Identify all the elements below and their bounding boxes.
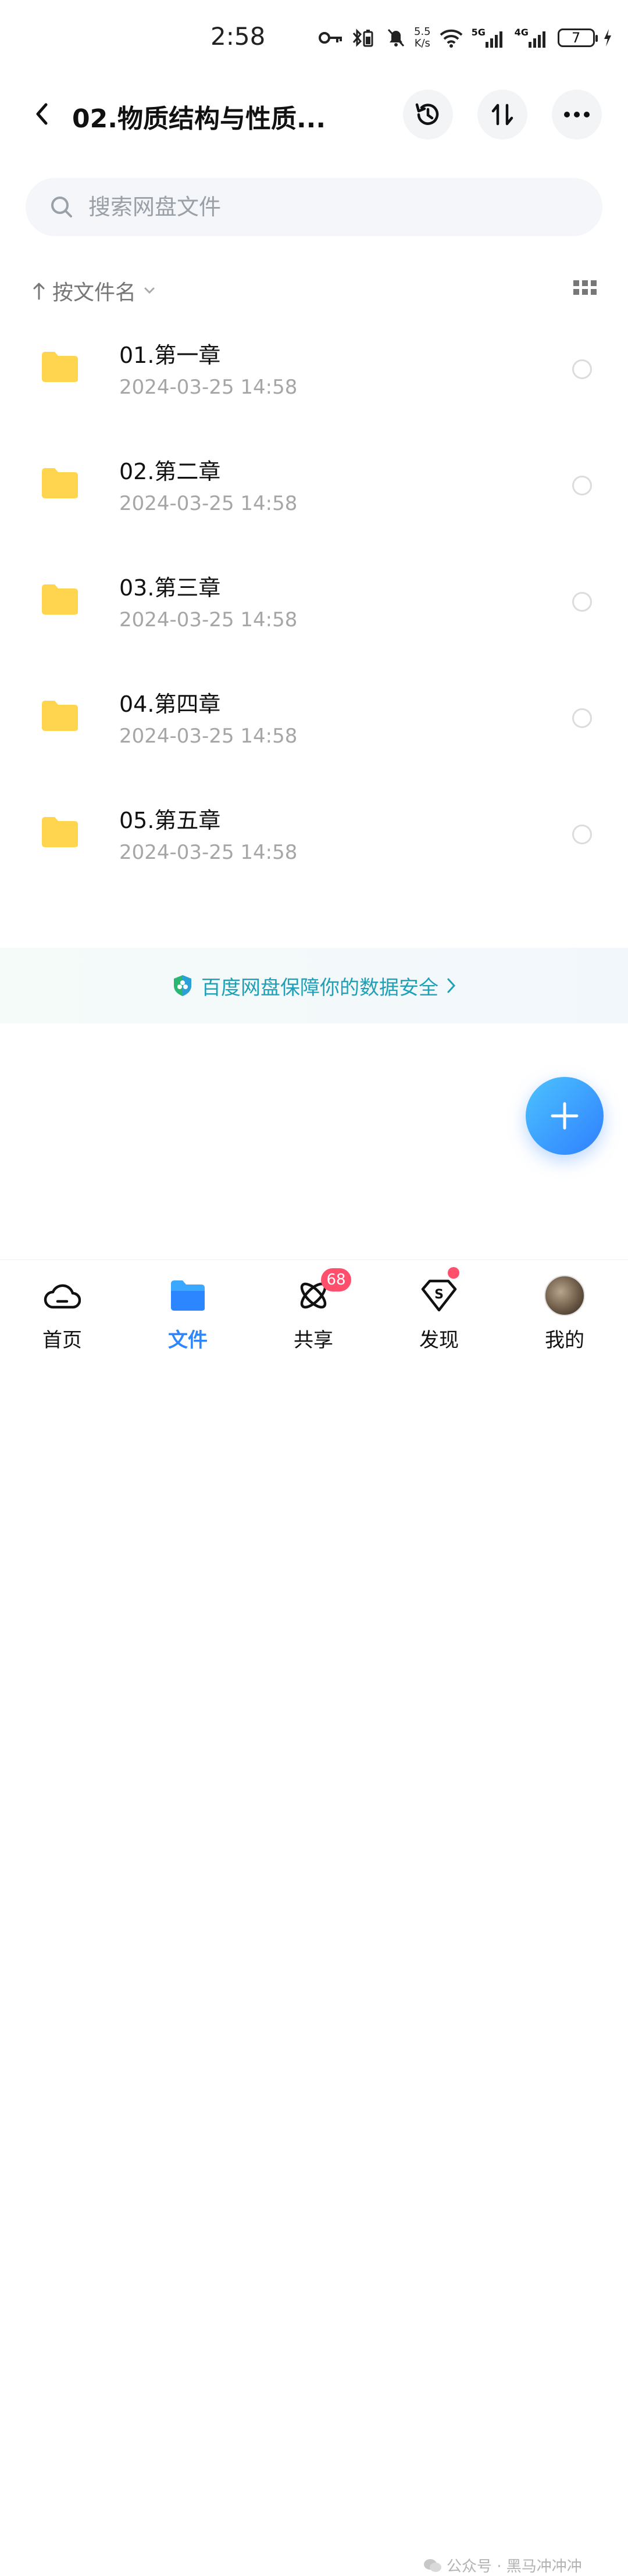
security-banner[interactable]: 百度网盘保障你的数据安全 bbox=[0, 948, 628, 1023]
chevron-down-icon bbox=[144, 287, 155, 294]
nav-me[interactable]: 我的 bbox=[521, 1260, 608, 1352]
svg-text:S: S bbox=[434, 1287, 444, 1302]
file-list: 01.第一章 2024-03-25 14:58 02.第二章 2024-03-2… bbox=[0, 320, 628, 901]
network-speed-unit: K/s bbox=[414, 37, 430, 49]
nav-label: 共享 bbox=[294, 1329, 333, 1352]
history-button[interactable] bbox=[403, 90, 453, 140]
sort-label: 按文件名 bbox=[52, 281, 137, 305]
battery-level: 7 bbox=[572, 30, 581, 46]
select-checkbox[interactable] bbox=[572, 359, 592, 379]
charging-icon bbox=[604, 29, 611, 47]
file-name: 05.第五章 bbox=[119, 808, 221, 833]
folder-icon bbox=[42, 468, 78, 498]
file-row[interactable]: 05.第五章 2024-03-25 14:58 bbox=[0, 785, 628, 901]
file-row[interactable]: 01.第一章 2024-03-25 14:58 bbox=[0, 320, 628, 436]
file-date: 2024-03-25 14:58 bbox=[119, 376, 298, 399]
folder-icon bbox=[42, 584, 78, 615]
grid-view-button[interactable] bbox=[573, 280, 597, 301]
nav-label: 文件 bbox=[168, 1329, 208, 1352]
search-input[interactable] bbox=[87, 194, 555, 220]
bottom-nav: 首页 文件 68 共享 S 发现 我的 公众号 · 黑马冲冲冲 bbox=[0, 1260, 628, 2575]
arrow-up-icon bbox=[33, 283, 45, 300]
wifi-icon bbox=[440, 29, 463, 48]
nav-label: 我的 bbox=[545, 1329, 584, 1352]
file-date: 2024-03-25 14:58 bbox=[119, 492, 298, 515]
status-time: 2:58 bbox=[210, 22, 266, 51]
select-checkbox[interactable] bbox=[572, 708, 592, 728]
select-checkbox[interactable] bbox=[572, 825, 592, 844]
select-checkbox[interactable] bbox=[572, 476, 592, 495]
avatar bbox=[544, 1275, 585, 1316]
chevron-right-icon bbox=[447, 978, 456, 993]
plus-icon bbox=[551, 1102, 579, 1130]
bluetooth-battery-icon bbox=[352, 28, 373, 47]
nav-share[interactable]: 68 共享 bbox=[270, 1260, 357, 1352]
file-name: 04.第四章 bbox=[119, 691, 221, 717]
file-date: 2024-03-25 14:58 bbox=[119, 725, 298, 748]
more-dots-icon bbox=[564, 112, 590, 117]
page-title: 02.物质结构与性质... bbox=[72, 104, 326, 134]
file-date: 2024-03-25 14:58 bbox=[119, 841, 298, 864]
sort-arrows-icon bbox=[491, 104, 513, 126]
signal-icon bbox=[485, 31, 502, 48]
share-badge: 68 bbox=[321, 1268, 351, 1291]
nav-label: 发现 bbox=[419, 1329, 459, 1352]
network-speed-value: 5.5 bbox=[414, 26, 431, 38]
file-name: 01.第一章 bbox=[119, 342, 221, 368]
folder-icon bbox=[42, 701, 78, 731]
signal-4g: 4G bbox=[514, 27, 550, 48]
watermark: 公众号 · 黑马冲冲冲 bbox=[423, 2554, 582, 2576]
select-checkbox[interactable] bbox=[572, 592, 592, 612]
discover-dot bbox=[448, 1267, 459, 1279]
files-folder-icon bbox=[167, 1275, 208, 1316]
nav-files[interactable]: 文件 bbox=[144, 1260, 231, 1352]
file-name: 02.第二章 bbox=[119, 459, 221, 484]
battery-icon: 7 bbox=[557, 28, 598, 47]
shield-icon bbox=[174, 975, 191, 996]
discover-gem-icon: S bbox=[419, 1275, 459, 1316]
home-cloud-icon bbox=[42, 1275, 83, 1316]
back-button[interactable] bbox=[26, 98, 58, 130]
wechat-icon bbox=[424, 2559, 441, 2572]
signal-icon bbox=[528, 31, 545, 48]
search-icon bbox=[51, 197, 72, 217]
mute-bell-icon bbox=[387, 28, 405, 47]
file-name: 03.第三章 bbox=[119, 575, 221, 601]
file-row[interactable]: 03.第三章 2024-03-25 14:58 bbox=[0, 552, 628, 669]
top-nav: 02.物质结构与性质... bbox=[0, 87, 628, 140]
nav-discover[interactable]: S 发现 bbox=[395, 1260, 483, 1352]
folder-icon bbox=[42, 352, 78, 382]
network-type-5g: 5G bbox=[471, 27, 486, 38]
watermark-text: 公众号 · 黑马冲冲冲 bbox=[447, 2558, 582, 2575]
file-row[interactable]: 04.第四章 2024-03-25 14:58 bbox=[0, 669, 628, 785]
grid-icon bbox=[573, 280, 597, 295]
history-icon bbox=[415, 103, 439, 125]
add-button[interactable] bbox=[526, 1077, 604, 1155]
vpn-key-icon bbox=[319, 32, 342, 44]
avatar-icon bbox=[544, 1275, 585, 1316]
sort-row: 按文件名 bbox=[33, 273, 597, 308]
network-type-4g: 4G bbox=[514, 27, 529, 38]
security-text: 百度网盘保障你的数据安全 bbox=[201, 976, 438, 1000]
file-date: 2024-03-25 14:58 bbox=[119, 608, 298, 631]
network-speed: 5.5 K/s bbox=[414, 26, 431, 49]
folder-icon bbox=[42, 817, 78, 847]
chevron-left-icon bbox=[36, 103, 48, 125]
sort-button[interactable]: 按文件名 bbox=[33, 273, 156, 308]
search-box[interactable] bbox=[26, 178, 602, 236]
transfer-button[interactable] bbox=[477, 90, 527, 140]
nav-label: 首页 bbox=[42, 1329, 82, 1352]
status-icons: 5.5 K/s 5G 4G 7 bbox=[319, 23, 612, 52]
file-row[interactable]: 02.第二章 2024-03-25 14:58 bbox=[0, 436, 628, 552]
status-bar: 2:58 5.5 K/s 5G 4G 7 bbox=[0, 0, 628, 76]
more-button[interactable] bbox=[552, 90, 602, 140]
nav-home[interactable]: 首页 bbox=[19, 1260, 106, 1352]
signal-5g: 5G bbox=[471, 27, 506, 48]
